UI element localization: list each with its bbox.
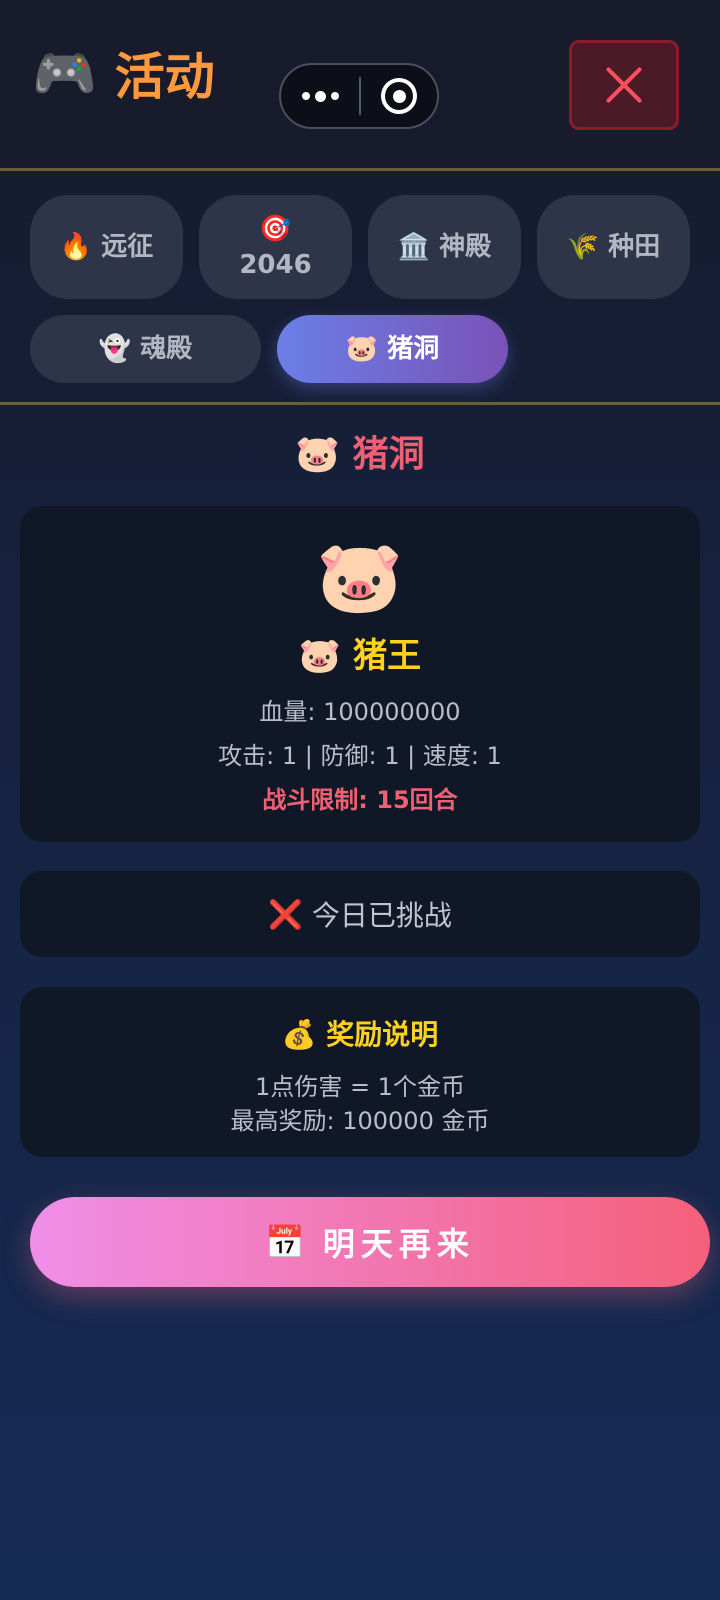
come-back-tomorrow-button[interactable]: 📅 明天再来 [30, 1197, 710, 1287]
reward-title: 💰 奖励说明 [281, 1018, 439, 1051]
tab-expedition-label: 🔥 远征 [59, 232, 154, 262]
ghost-icon: 👻 [98, 334, 132, 364]
reward-card: 💰 奖励说明 1点伤害 = 1个金币 最高奖励: 100000 金币 [20, 987, 700, 1157]
wheat-icon: 🌾 [566, 232, 600, 262]
challenge-status-text: 今日已挑战 [311, 899, 452, 932]
page-title-text: 活动 [114, 48, 215, 106]
boss-name: 🐷 猪王 [298, 636, 422, 676]
tab-soul-hall[interactable]: 👻 魂殿 [30, 315, 261, 383]
fire-icon: 🔥 [59, 232, 93, 262]
pig-icon: 🐷 [316, 536, 404, 618]
tab-pig-cave[interactable]: 🐷 猪洞 [277, 315, 508, 383]
tab-pig-cave-label: 猪洞 [387, 334, 440, 364]
top-bar: 🎮 活动 [0, 0, 720, 170]
close-icon [604, 65, 644, 105]
section-title: 🐷 猪洞 [295, 434, 425, 475]
reward-max: 最高奖励: 100000 金币 [230, 1107, 490, 1135]
tab-temple[interactable]: 🏛️ 神殿 [368, 195, 521, 299]
exit-miniprogram-button[interactable] [361, 78, 437, 114]
challenge-status: ❌ 今日已挑战 [20, 871, 700, 957]
pig-icon: 🐷 [345, 334, 379, 364]
battle-limit: 战斗限制: 15回合 [262, 786, 458, 814]
page-title: 🎮 活动 [32, 38, 215, 108]
tab-soul-hall-label: 魂殿 [140, 334, 193, 364]
calendar-icon: 📅 [265, 1223, 305, 1261]
more-menu-button[interactable] [281, 90, 359, 102]
gamepad-icon: 🎮 [32, 43, 97, 104]
header-divider [0, 168, 720, 171]
tab-2046[interactable]: 🎯 2046 [199, 195, 352, 299]
more-dot-icon [301, 92, 310, 100]
close-button[interactable] [569, 40, 679, 130]
tab-expedition[interactable]: 🔥 远征 [30, 195, 183, 299]
miniprogram-capsule [279, 63, 439, 129]
cross-icon: ❌ [268, 897, 303, 931]
temple-icon: 🏛️ [397, 232, 431, 262]
reward-rule: 1点伤害 = 1个金币 [255, 1073, 465, 1101]
tab-farming-label: 🌾 种田 [566, 232, 661, 262]
target-icon [381, 78, 417, 114]
tab-2046-label: 🎯 2046 [239, 214, 312, 280]
tabs-divider [0, 402, 720, 405]
tab-farming[interactable]: 🌾 种田 [537, 195, 690, 299]
target-icon: 🎯 [259, 214, 292, 244]
tab-temple-label: 🏛️ 神殿 [397, 232, 492, 262]
boss-card: 🐷 🐷 猪王 血量: 100000000 攻击: 1 | 防御: 1 | 速度:… [20, 506, 700, 842]
more-dot-icon [314, 90, 326, 102]
boss-stats: 攻击: 1 | 防御: 1 | 速度: 1 [218, 742, 502, 770]
come-back-tomorrow-label: 明天再来 [322, 1225, 475, 1263]
more-dot-icon [330, 92, 339, 100]
boss-hp: 血量: 100000000 [259, 698, 461, 726]
